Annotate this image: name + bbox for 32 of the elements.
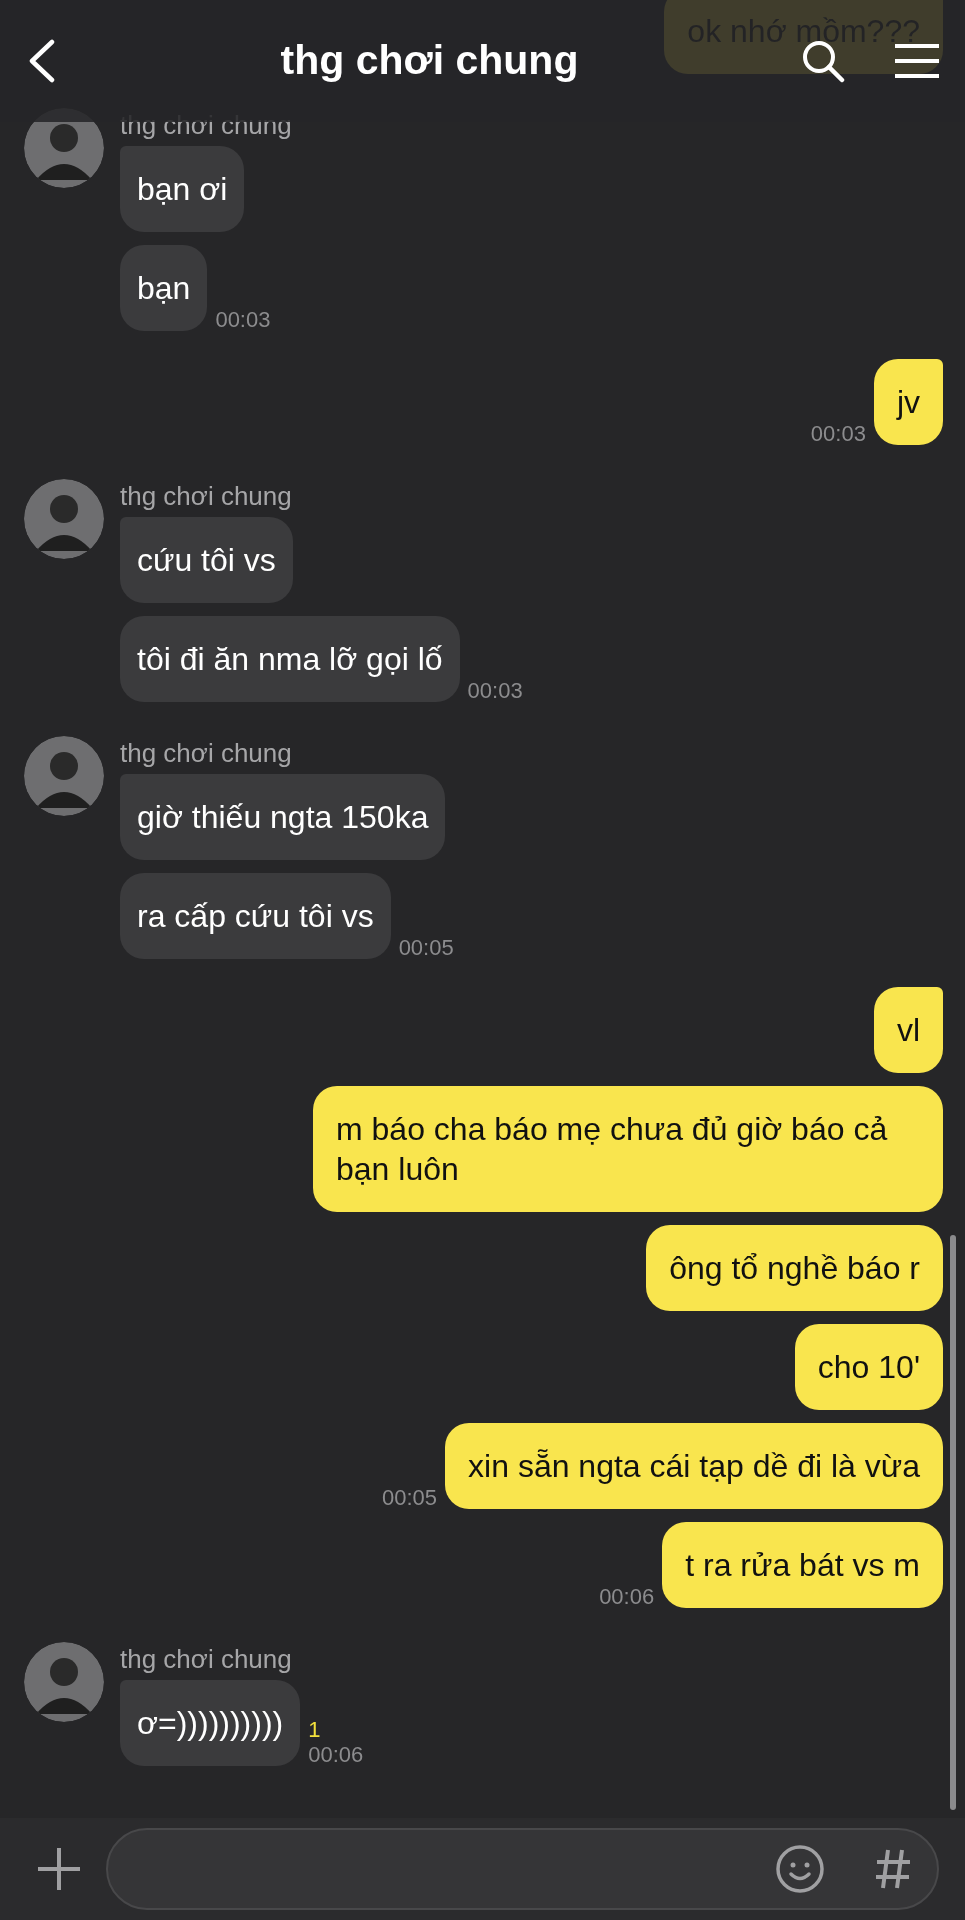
message-bubble: tôi đi ăn nma lỡ gọi lố <box>120 616 460 702</box>
sender-name: thg chơi chung <box>120 737 293 770</box>
message-bubble: bạn <box>120 245 208 331</box>
hashtag-icon[interactable] <box>873 1847 913 1891</box>
timestamp: 00:05 <box>382 1485 438 1511</box>
message-bubble: ông tổ nghề báo r <box>646 1225 943 1311</box>
menu-icon[interactable] <box>893 43 941 79</box>
unread-count: 1 <box>308 1718 321 1742</box>
timestamp: 00:03 <box>215 307 271 333</box>
chat-title: thg chơi chung <box>280 36 579 86</box>
emoji-icon[interactable] <box>775 1844 825 1894</box>
plus-icon[interactable] <box>36 1846 82 1892</box>
timestamp: 00:03 <box>810 421 866 447</box>
sender-name: thg chơi chung <box>120 109 292 142</box>
message-bubble: cho 10' <box>794 1324 943 1410</box>
sender-name: thg chơi chung <box>120 480 293 513</box>
message-bubble: jv <box>873 359 943 445</box>
message-bubble: ra cấp cứu tôi vs <box>120 873 391 959</box>
timestamp: 00:05 <box>398 935 454 961</box>
message-bubble: vl <box>873 987 943 1073</box>
scrollbar[interactable] <box>950 1235 956 1810</box>
message-bubble: xin sẵn ngta cái tạp dề đi là vừa <box>445 1423 943 1509</box>
timestamp: 00:03 <box>467 678 523 704</box>
timestamp: 00:06 <box>308 1742 364 1768</box>
message-bubble: cứu tôi vs <box>120 517 293 603</box>
message-bubble: bạn ơi <box>120 146 245 232</box>
message-bubble: m báo cha báo mẹ chưa đủ giờ báo cả bạn luôn <box>313 1086 943 1212</box>
message-bubble: t ra rửa bát vs m <box>662 1522 943 1608</box>
sender-name: thg chơi chung <box>120 1643 293 1676</box>
timestamp: 00:06 <box>599 1584 655 1610</box>
message-bubble: ơ=)))))))))) <box>120 1680 301 1766</box>
message-bubble: giờ thiếu ngta 150ka <box>120 774 446 860</box>
